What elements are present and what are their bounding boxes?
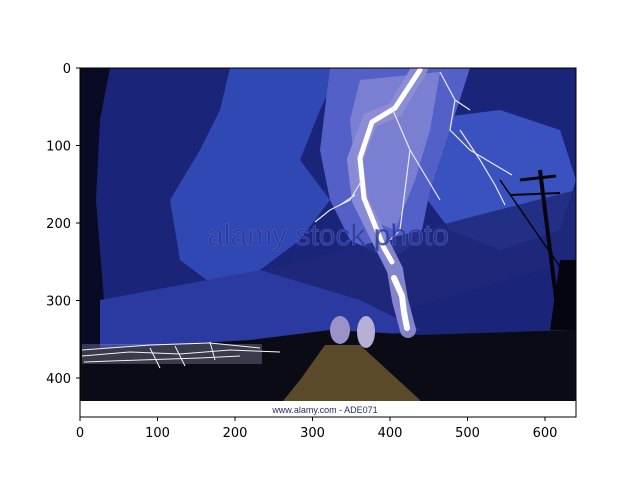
footer-text: www.alamy.com - ADE071 <box>271 405 377 415</box>
y-tick-label: 0 <box>63 62 71 77</box>
x-tick-label: 200 <box>223 426 248 441</box>
y-tick-label: 200 <box>46 217 71 232</box>
y-axis <box>76 67 80 379</box>
photo: alamy stock photo www.alamy.com - ADE071 <box>80 68 576 417</box>
x-axis <box>79 417 546 421</box>
tree-left <box>330 316 350 344</box>
y-tick-label: 400 <box>46 372 71 387</box>
watermark-text: alamy stock photo <box>207 219 449 252</box>
x-tick-label: 100 <box>145 426 170 441</box>
tree-right <box>357 316 375 348</box>
horizon-light-haze <box>82 344 262 364</box>
x-tick-label: 0 <box>76 426 84 441</box>
y-tick-label: 300 <box>46 295 71 310</box>
y-tick-label: 100 <box>46 140 71 155</box>
x-tick-label: 400 <box>378 426 403 441</box>
x-tick-label: 500 <box>455 426 480 441</box>
x-tick-label: 600 <box>533 426 558 441</box>
x-tick-label: 300 <box>300 426 325 441</box>
figure: alamy stock photo www.alamy.com - ADE071… <box>46 62 577 441</box>
